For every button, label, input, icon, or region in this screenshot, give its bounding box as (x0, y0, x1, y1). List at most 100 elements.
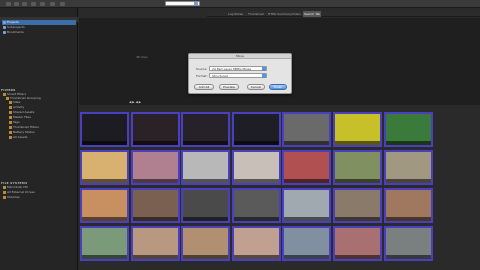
add-all-button[interactable]: Add All (194, 84, 214, 90)
filter-icon (9, 125, 12, 129)
thumbnail[interactable] (130, 226, 180, 261)
folder-icon (3, 26, 6, 29)
thumbnail-label (385, 255, 431, 259)
library-item-bookmarks[interactable]: Bookmarks (2, 30, 76, 35)
thumbnail[interactable] (333, 226, 382, 261)
toolbar-button[interactable] (6, 2, 11, 6)
cancel-button[interactable]: Cancel (247, 84, 265, 90)
toolbar-button[interactable] (40, 2, 45, 6)
thumbnail[interactable] (130, 188, 180, 223)
tab-search[interactable]: Search Tab (303, 11, 322, 17)
thumbnail[interactable] (231, 150, 281, 185)
thumbnail[interactable] (181, 188, 231, 223)
thumbnail-label (385, 141, 431, 145)
thumbnail-label (385, 179, 431, 183)
thumbnail-label (183, 217, 229, 221)
top-toolbar (0, 0, 480, 8)
thumbnail-label (233, 217, 279, 221)
filter-icon (9, 135, 12, 139)
file-system-item[interactable]: Volumes (3, 195, 20, 200)
filter-icon (9, 120, 12, 124)
tab-log-notes[interactable]: Log Notes (227, 11, 244, 17)
thumbnail-label (233, 141, 279, 145)
tab-video[interactable]: Video (291, 11, 301, 17)
source-label: Source: (196, 67, 208, 71)
format-label: Format: (196, 74, 208, 78)
filter-item[interactable]: All Assets (9, 135, 27, 140)
thumbnail[interactable] (333, 188, 382, 223)
toolbar-button[interactable] (60, 2, 65, 6)
format-select[interactable]: Structured (209, 73, 267, 78)
thumbnail-label (284, 179, 330, 183)
drive-icon (3, 195, 6, 199)
grid-scrollbar[interactable] (433, 110, 480, 270)
thumbnail-label (132, 141, 178, 145)
thumbnail[interactable] (80, 150, 129, 185)
thumbnail[interactable] (181, 226, 231, 261)
tab-thumbnail[interactable]: Thumbnail (247, 11, 265, 17)
tab-strip: Log Notes Thumbnail HTML Summary Video S… (207, 11, 480, 17)
folder-icon (3, 21, 6, 24)
thumbnail[interactable] (80, 226, 129, 261)
dropdown-arrow-icon[interactable] (194, 2, 198, 5)
thumbnail[interactable] (231, 226, 281, 261)
toolbar-button[interactable] (31, 2, 36, 6)
thumbnail-label (335, 255, 380, 259)
thumbnail-label (132, 255, 178, 259)
thumbnail-label (284, 217, 330, 221)
drive-icon (3, 190, 6, 194)
source-select[interactable]: 24 Part Layer MPEG Mixes (209, 66, 267, 71)
filter-icon (9, 110, 12, 114)
filter-icon (9, 130, 12, 134)
thumbnail-label (82, 255, 127, 259)
thumbnail[interactable] (383, 150, 433, 185)
thumbnail-label (132, 217, 178, 221)
thumbnail[interactable] (130, 150, 180, 185)
thumbnail-label (183, 255, 229, 259)
viewer-controls[interactable]: ◀ ▶ ◀ ▶ (129, 100, 141, 104)
thumbnail[interactable] (181, 150, 231, 185)
thumbnail-label (82, 141, 127, 145)
thumbnail[interactable] (333, 112, 382, 147)
drive-icon (3, 185, 6, 189)
thumbnail-label (385, 217, 431, 221)
thumbnail-label (335, 217, 380, 221)
thumbnail[interactable] (383, 188, 433, 223)
thumbnail-label (335, 141, 380, 145)
thumbnail[interactable] (282, 188, 332, 223)
thumbnail-label (284, 255, 330, 259)
preview-button[interactable]: Preview (219, 84, 239, 90)
thumbnail-label (284, 141, 330, 145)
search-input[interactable] (165, 1, 200, 6)
toolbar-button[interactable] (22, 2, 27, 6)
thumbnail-grid (79, 110, 433, 270)
thumbnail[interactable] (130, 112, 180, 147)
thumbnail[interactable] (231, 112, 281, 147)
toolbar-button[interactable] (14, 2, 19, 6)
filter-icon (9, 115, 12, 119)
thumbnail[interactable] (383, 112, 433, 147)
folder-icon (3, 31, 6, 34)
thumbnail-label (183, 179, 229, 183)
thumbnail[interactable] (383, 226, 433, 261)
thumbnail[interactable] (181, 112, 231, 147)
thumbnail-label (132, 179, 178, 183)
left-sidebar: Projects Subprojects Bookmarks FILTERS S… (0, 8, 78, 270)
toolbar-button[interactable] (50, 2, 55, 6)
thumbnail[interactable] (333, 150, 382, 185)
thumbnail-label (335, 179, 380, 183)
finish-button[interactable]: Finish (269, 84, 287, 90)
thumbnail-label (82, 217, 127, 221)
thumbnail[interactable] (80, 112, 129, 147)
thumbnail-label (233, 179, 279, 183)
thumbnail-label (233, 255, 279, 259)
thumbnail[interactable] (282, 150, 332, 185)
thumbnail[interactable] (282, 226, 332, 261)
tab-html-summary[interactable]: HTML Summary (267, 11, 293, 17)
dropdown-arrow-icon (262, 67, 266, 71)
move-dialog: Move Source: 24 Part Layer MPEG Mixes Fo… (188, 53, 292, 94)
thumbnail-label (183, 141, 229, 145)
thumbnail[interactable] (80, 188, 129, 223)
thumbnail[interactable] (282, 112, 332, 147)
thumbnail[interactable] (231, 188, 281, 223)
